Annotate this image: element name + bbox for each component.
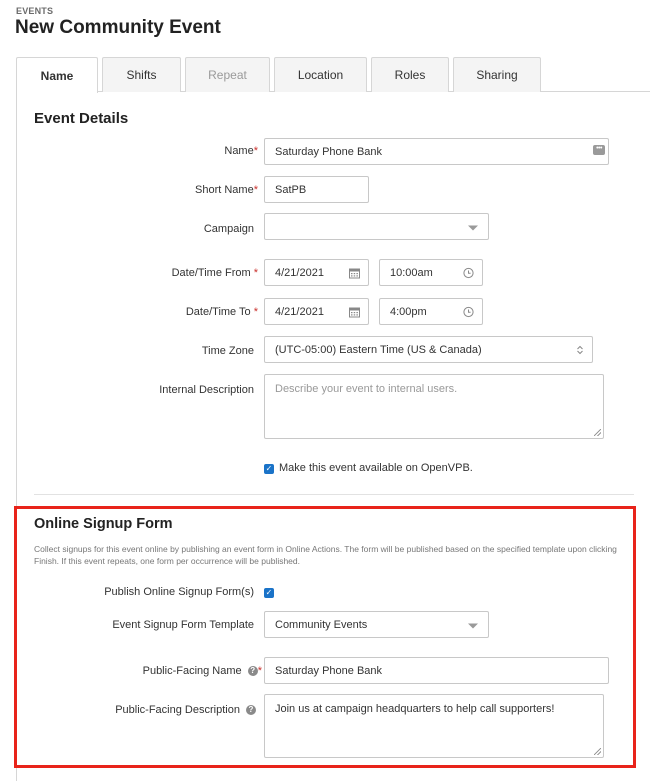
signup-form-description: Collect signups for this event online by…	[34, 544, 617, 566]
template-label: Event Signup Form Template	[112, 619, 254, 631]
openvpb-label: Make this event available on OpenVPB.	[279, 462, 473, 474]
internal-description-textarea[interactable]: Describe your event to internal users.	[264, 374, 604, 439]
timezone-label: Time Zone	[201, 345, 254, 357]
tab-repeat[interactable]: Repeat	[185, 57, 270, 92]
tab-sharing[interactable]: Sharing	[453, 57, 541, 92]
help-icon[interactable]: ?	[247, 666, 258, 677]
openvpb-checkbox[interactable]: ✓	[264, 464, 274, 474]
more-icon[interactable]: •••	[593, 145, 605, 155]
name-label: Name*	[224, 145, 258, 157]
chevron-down-icon	[468, 225, 478, 230]
clock-icon[interactable]	[463, 267, 474, 278]
tab-bar: Name Shifts Repeat Location Roles Sharin…	[0, 57, 650, 93]
tab-roles[interactable]: Roles	[371, 57, 449, 92]
short-name-input[interactable]: SatPB	[264, 176, 369, 203]
resize-handle-icon[interactable]	[594, 748, 601, 755]
from-label: Date/Time From *	[171, 267, 258, 279]
campaign-label: Campaign	[203, 223, 254, 235]
public-name-label: Public-Facing Name ? *	[142, 665, 262, 677]
publish-checkbox[interactable]: ✓	[264, 588, 274, 598]
tab-name[interactable]: Name	[16, 57, 98, 93]
template-select[interactable]: Community Events	[264, 611, 489, 638]
internal-description-label: Internal Description	[159, 384, 254, 396]
clock-icon[interactable]	[463, 306, 474, 317]
help-icon[interactable]: ?	[246, 705, 256, 716]
name-input[interactable]: Saturday Phone Bank •••	[264, 138, 609, 165]
campaign-select[interactable]	[264, 213, 489, 240]
to-date-input[interactable]: 4/21/2021	[264, 298, 369, 325]
public-description-label: Public-Facing Description ?	[60, 704, 256, 716]
from-date-input[interactable]: 4/21/2021	[264, 259, 369, 286]
chevron-down-icon	[468, 623, 478, 628]
calendar-icon[interactable]	[349, 267, 360, 278]
tab-shifts[interactable]: Shifts	[102, 57, 181, 92]
resize-handle-icon[interactable]	[594, 429, 601, 436]
timezone-select[interactable]: (UTC-05:00) Eastern Time (US & Canada)	[264, 336, 593, 363]
short-name-label: Short Name*	[195, 184, 258, 196]
publish-label: Publish Online Signup Form(s)	[104, 586, 254, 598]
from-time-input[interactable]: 10:00am	[379, 259, 483, 286]
event-details-heading: Event Details	[34, 110, 129, 127]
to-time-input[interactable]: 4:00pm	[379, 298, 483, 325]
tab-location[interactable]: Location	[274, 57, 367, 92]
public-description-textarea[interactable]: Join us at campaign headquarters to help…	[264, 694, 604, 758]
sort-arrows-icon	[576, 345, 584, 355]
calendar-icon[interactable]	[349, 306, 360, 317]
page-title: New Community Event	[15, 17, 221, 38]
breadcrumb: EVENTS	[16, 6, 54, 16]
section-divider	[34, 494, 634, 495]
signup-form-heading: Online Signup Form	[34, 516, 173, 532]
to-label: Date/Time To *	[185, 306, 258, 318]
public-name-input[interactable]: Saturday Phone Bank	[264, 657, 609, 684]
